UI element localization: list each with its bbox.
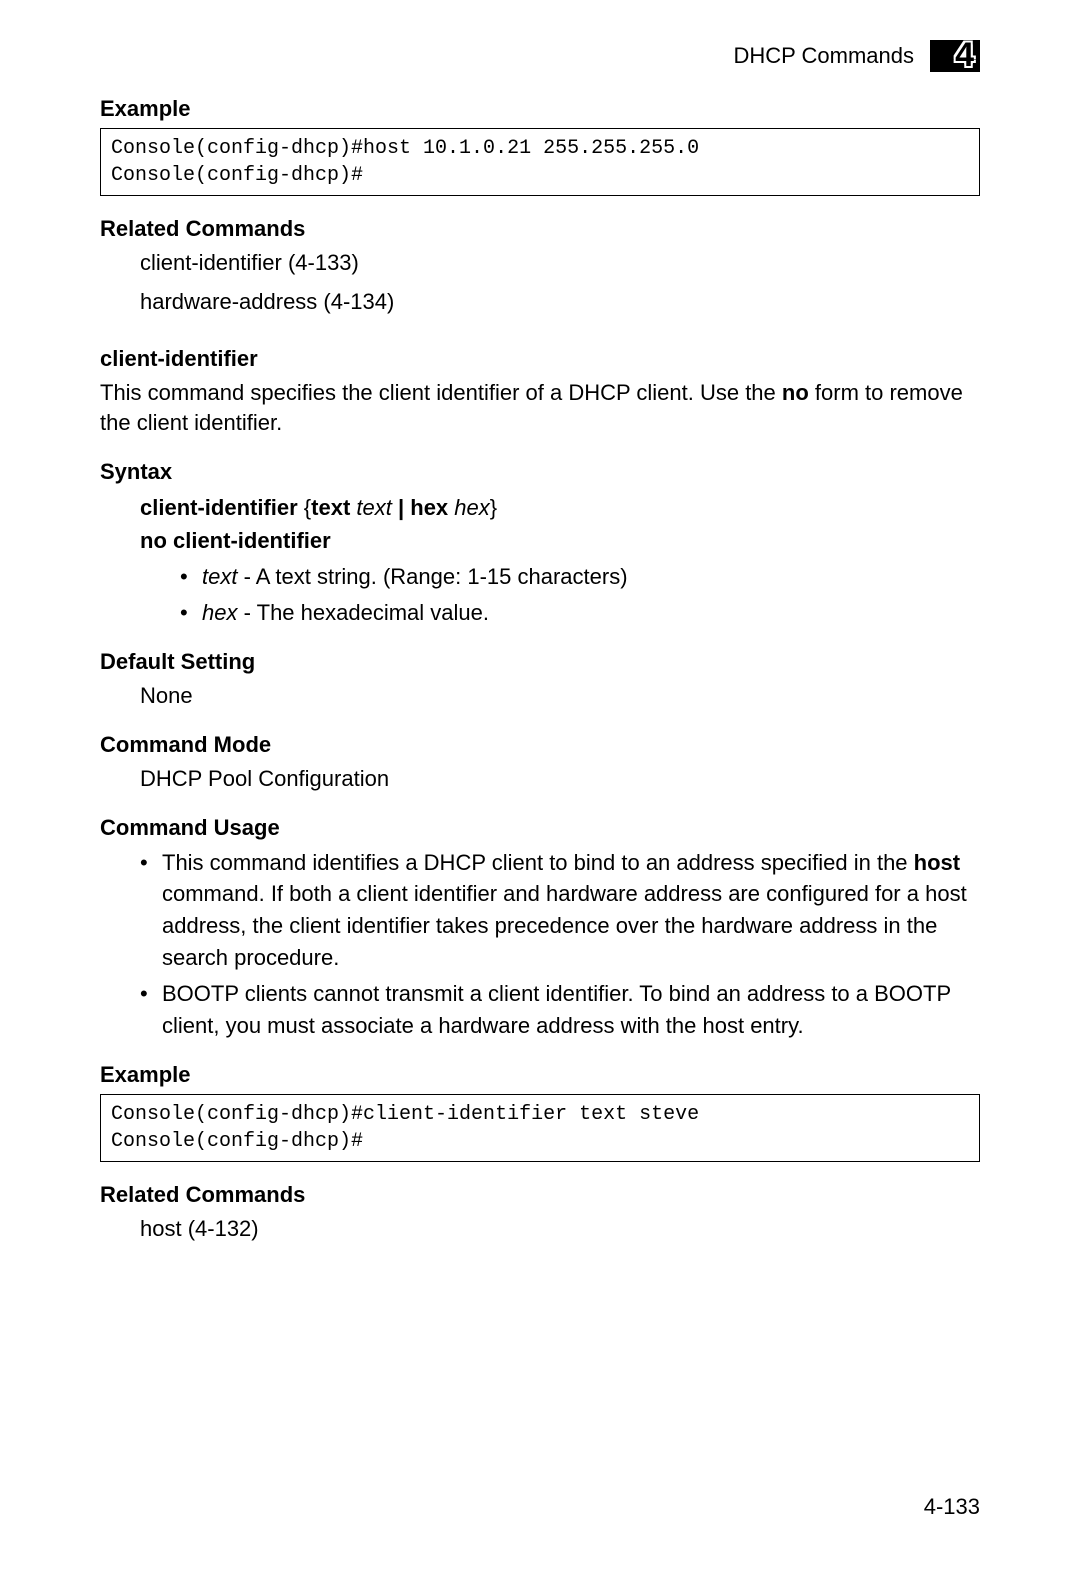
syntax-no-form: no client-identifier (140, 528, 331, 553)
command-mode-value: DHCP Pool Configuration (140, 764, 980, 795)
page: DHCP Commands Example Console(config-dhc… (0, 0, 1080, 1570)
syntax-heading: Syntax (100, 459, 980, 485)
syntax-line-1: client-identifier {text text | hex hex} (140, 491, 980, 524)
desc-no-bold: no (782, 380, 809, 405)
example-heading-2: Example (100, 1062, 980, 1088)
usage-host-bold: host (914, 850, 960, 875)
default-setting-heading: Default Setting (100, 649, 980, 675)
param-desc: - The hexadecimal value. (237, 600, 489, 625)
command-description: This command specifies the client identi… (100, 378, 980, 440)
syntax-arg-text: text (350, 495, 392, 520)
command-mode-heading: Command Mode (100, 732, 980, 758)
param-name: hex (202, 600, 237, 625)
usage-list: This command identifies a DHCP client to… (140, 847, 980, 1042)
syntax-cmd: client-identifier (140, 495, 298, 520)
command-usage-heading: Command Usage (100, 815, 980, 841)
usage-text: BOOTP clients cannot transmit a client i… (162, 981, 951, 1038)
syntax-arg-hex: hex (448, 495, 490, 520)
syntax-param-item: text - A text string. (Range: 1-15 chara… (180, 561, 980, 593)
syntax-param-item: hex - The hexadecimal value. (180, 597, 980, 629)
header-title: DHCP Commands (733, 43, 914, 69)
usage-item: BOOTP clients cannot transmit a client i… (140, 978, 980, 1042)
example-heading: Example (100, 96, 980, 122)
desc-pre: This command specifies the client identi… (100, 380, 782, 405)
syntax-kw-text: text (311, 495, 350, 520)
syntax-line-2: no client-identifier (140, 524, 980, 557)
code-example-1: Console(config-dhcp)#host 10.1.0.21 255.… (100, 128, 980, 196)
param-desc: - A text string. (Range: 1-15 characters… (237, 564, 627, 589)
default-setting-value: None (140, 681, 980, 712)
syntax-kw-hex: hex (410, 495, 448, 520)
syntax-brace-close: } (490, 495, 497, 520)
param-name: text (202, 564, 237, 589)
syntax-brace-open: { (298, 495, 311, 520)
syntax-param-list: text - A text string. (Range: 1-15 chara… (180, 561, 980, 629)
related-command-link: client-identifier (4-133) (140, 248, 980, 279)
code-example-2: Console(config-dhcp)#client-identifier t… (100, 1094, 980, 1162)
related-commands-heading: Related Commands (100, 216, 980, 242)
usage-post: command. If both a client identifier and… (162, 881, 967, 970)
related-command-link: host (4-132) (140, 1214, 980, 1245)
syntax-bar: | (392, 495, 410, 520)
page-header: DHCP Commands (100, 40, 980, 72)
related-commands-heading-2: Related Commands (100, 1182, 980, 1208)
usage-item: This command identifies a DHCP client to… (140, 847, 980, 975)
related-command-link: hardware-address (4-134) (140, 287, 980, 318)
usage-pre: This command identifies a DHCP client to… (162, 850, 914, 875)
command-name-heading: client-identifier (100, 346, 980, 372)
page-number: 4-133 (924, 1494, 980, 1520)
chapter-badge-icon (930, 40, 980, 72)
